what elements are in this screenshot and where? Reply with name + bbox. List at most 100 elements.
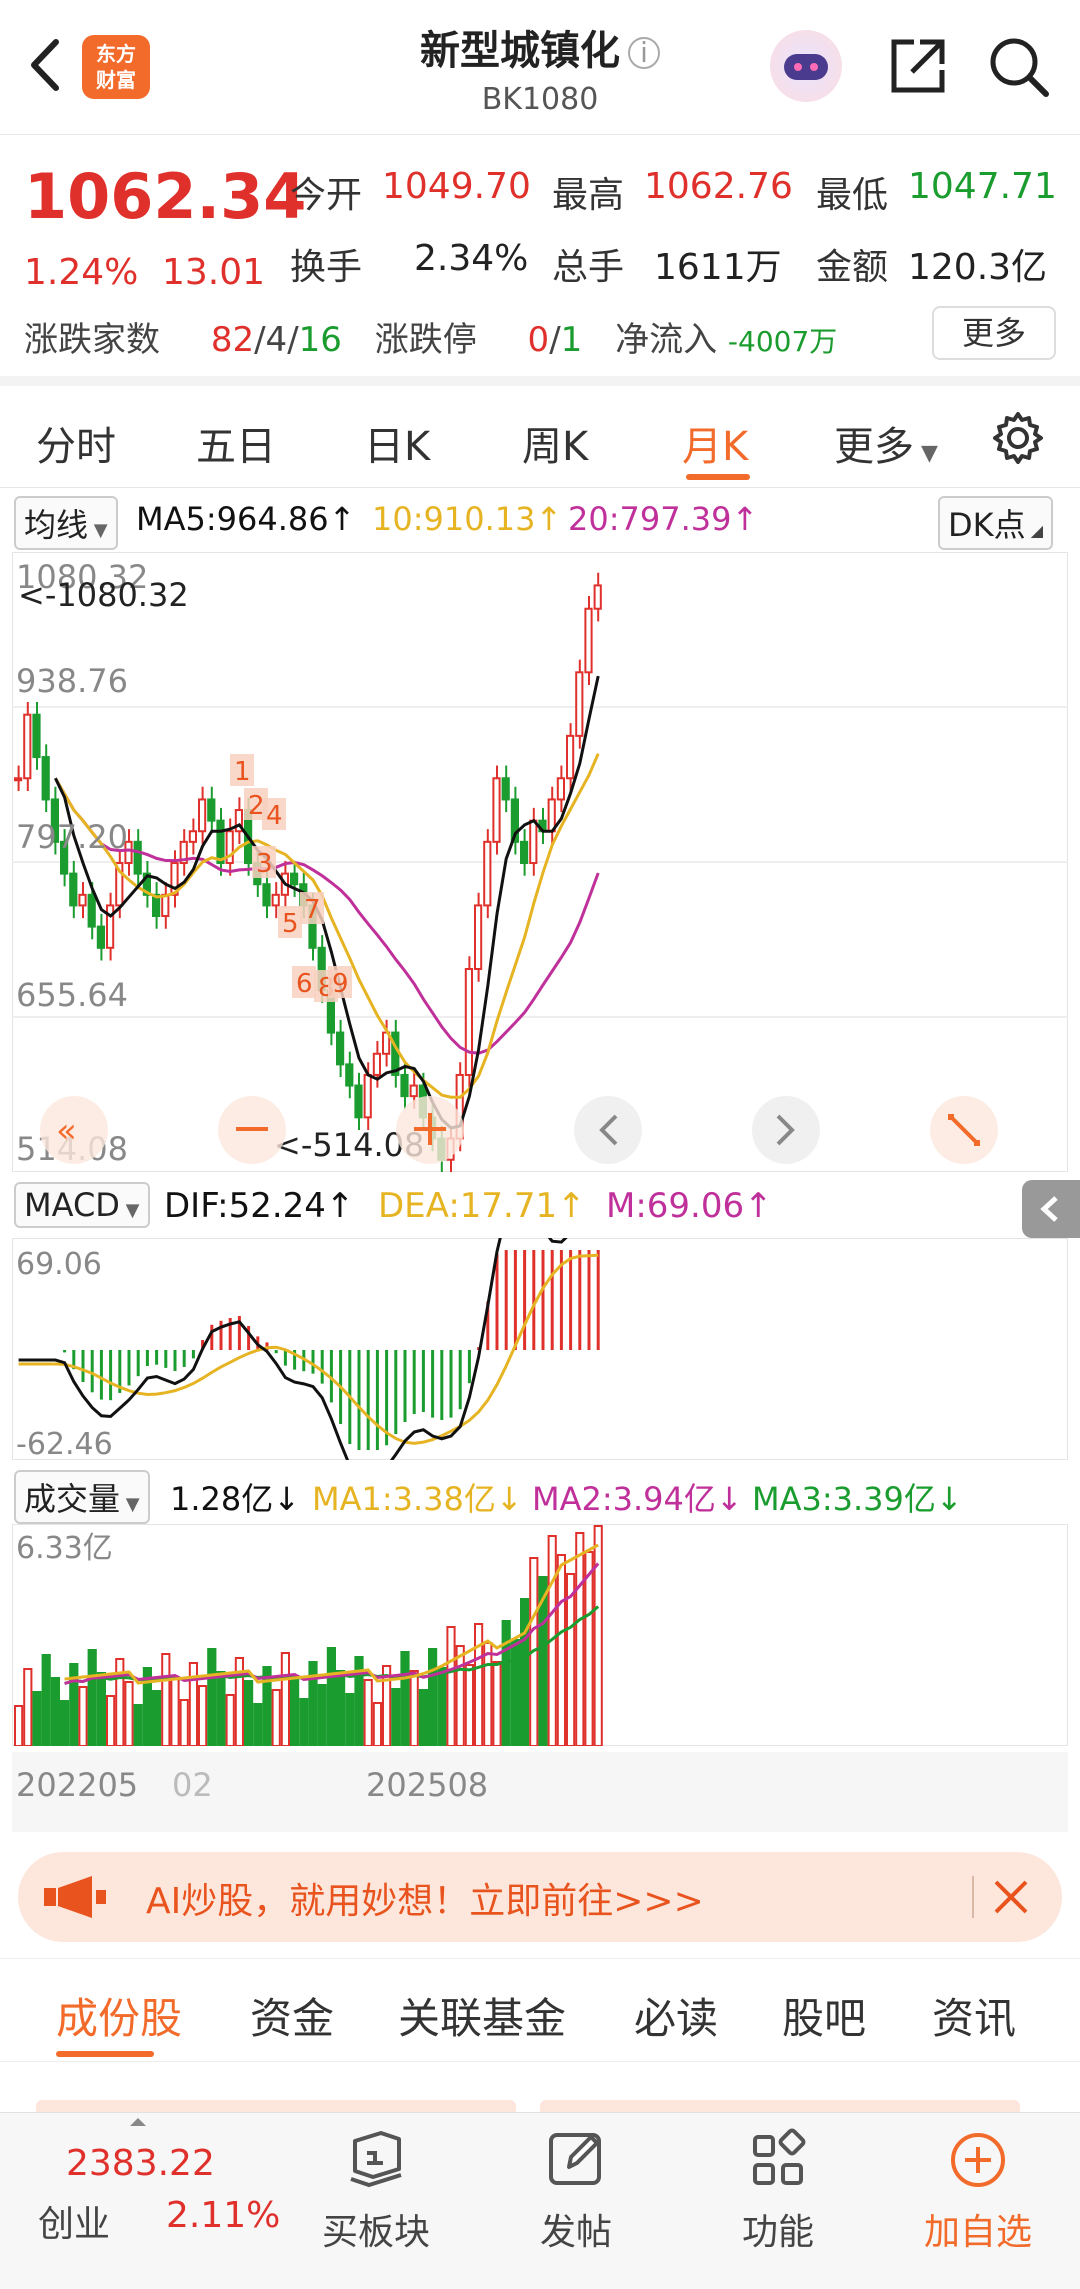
- volume-bar: [575, 1532, 585, 1747]
- buy-sector-button[interactable]: 买板块: [286, 2125, 466, 2255]
- top-nav-bar: 东方财富 新型城镇化 i BK1080: [0, 0, 1080, 135]
- index-name[interactable]: 创业: [38, 2195, 110, 2247]
- ai-promo-banner[interactable]: AI炒股，就用妙想！立即前往>>>: [18, 1852, 1062, 1942]
- volume-bar: [299, 1698, 309, 1747]
- tab-forum[interactable]: 股吧: [782, 1985, 866, 2046]
- candle-body: [556, 777, 565, 801]
- amount-label: 金额: [816, 247, 889, 288]
- volume-bar: [170, 1676, 180, 1747]
- search-icon[interactable]: [986, 34, 1050, 98]
- share-icon[interactable]: [886, 34, 950, 98]
- index-value[interactable]: 2383.22: [66, 2143, 215, 2184]
- ad-text: AI炒股，就用妙想！立即前往>>>: [146, 1881, 704, 1922]
- ma-selector[interactable]: 均线 ▼: [14, 496, 118, 550]
- volume-bar: [96, 1672, 107, 1747]
- tab-constituents[interactable]: 成份股: [56, 1985, 182, 2046]
- prev-button[interactable]: [574, 1096, 642, 1164]
- volume-bar: [391, 1688, 401, 1747]
- high-label: 最高: [552, 175, 625, 216]
- dk-label: DK点: [948, 506, 1026, 544]
- candle-body: [271, 893, 280, 907]
- candle-body: [474, 904, 483, 970]
- dk-point-selector[interactable]: DK点 ◢: [938, 496, 1054, 550]
- ma-legend-row: 均线 ▼ MA5:964.86↑ 10:910.13↑ 20:797.39↑ D…: [0, 494, 1080, 550]
- tab-related-funds[interactable]: 关联基金: [398, 1985, 566, 2046]
- zoom-in-button[interactable]: [396, 1096, 464, 1164]
- post-label: 发帖: [539, 2212, 612, 2253]
- volume-selector[interactable]: 成交量 ▼: [14, 1470, 150, 1524]
- grid-icon: [753, 2128, 806, 2185]
- volume-bar: [593, 1525, 603, 1747]
- volume-bar: [60, 1700, 70, 1747]
- caret-up-icon[interactable]: [128, 2113, 148, 2127]
- candle-body: [161, 893, 170, 918]
- volume-bar: [464, 1664, 474, 1747]
- more-button[interactable]: 更多: [932, 306, 1056, 360]
- close-icon[interactable]: [984, 1870, 1038, 1924]
- active-subtab-indicator: [56, 2051, 154, 2057]
- rise-fall-label: 涨跌家数: [24, 320, 160, 360]
- change-value: 13.01: [162, 252, 266, 293]
- date-start: 202205: [16, 1766, 139, 1804]
- tab-monthly-k[interactable]: 月K: [682, 414, 748, 472]
- volume-bar: [345, 1693, 355, 1747]
- ma5-value: MA5:964.86↑: [136, 500, 356, 538]
- vol-ma3-value: MA3:3.39亿↓: [752, 1480, 963, 1518]
- vol-ma2-value: MA2:3.94亿↓: [532, 1480, 743, 1518]
- tab-five-day[interactable]: 五日: [196, 414, 276, 472]
- tab-more[interactable]: 更多 ▼: [834, 414, 938, 472]
- volume-bar: [290, 1675, 300, 1747]
- functions-button[interactable]: 功能: [688, 2125, 868, 2255]
- candle-body: [32, 713, 41, 759]
- candle-body: [290, 872, 299, 886]
- macd-legend-row: MACD ▼ DIF:52.24↑ DEA:17.71↑ M:69.06↑: [0, 1180, 1080, 1238]
- volume-bar: [520, 1598, 530, 1747]
- volume-bar: [372, 1702, 382, 1747]
- candle-body: [584, 607, 593, 674]
- gear-icon[interactable]: [990, 410, 1046, 466]
- add-watchlist-button[interactable]: 加自选: [888, 2125, 1068, 2255]
- tab-daily-k[interactable]: 日K: [364, 414, 430, 472]
- tab-intraday[interactable]: 分时: [36, 414, 116, 472]
- edit-icon: [549, 2133, 601, 2185]
- info-icon[interactable]: i: [628, 37, 660, 69]
- volume-bar: [280, 1652, 290, 1747]
- volume-bar: [492, 1661, 502, 1747]
- megaphone-icon: [44, 1874, 114, 1920]
- post-button[interactable]: 发帖: [486, 2125, 666, 2255]
- zoom-out-button[interactable]: [218, 1096, 286, 1164]
- ma-selector-label: 均线: [24, 506, 89, 544]
- period-tabs: 分时 五日 日K 周K 月K 更多 ▼: [0, 396, 1080, 488]
- volume-bar: [363, 1679, 373, 1747]
- volume-bar: [207, 1648, 217, 1747]
- flat-count: 4: [265, 320, 288, 360]
- tab-weekly-k[interactable]: 周K: [522, 414, 588, 472]
- signal-number: 9: [332, 969, 349, 999]
- candle-body: [78, 893, 87, 907]
- candle-body: [483, 840, 492, 907]
- macd-y-top: 69.06: [16, 1247, 102, 1282]
- candle-body: [262, 883, 271, 907]
- macd-selector[interactable]: MACD ▼: [14, 1182, 150, 1228]
- panel-toggle-chevron-icon[interactable]: [1022, 1180, 1080, 1238]
- tab-must-read[interactable]: 必读: [634, 1985, 718, 2046]
- fullscreen-button[interactable]: [930, 1096, 998, 1164]
- volume-bar: [271, 1689, 281, 1747]
- ai-assistant-icon[interactable]: [770, 30, 842, 102]
- up-count: 82: [210, 320, 255, 360]
- volume-bar: [455, 1645, 465, 1747]
- volume-bar: [225, 1694, 235, 1747]
- kline-chart[interactable]: 1080.32 938.76 797.20 655.64 514.08 <-10…: [11, 551, 1069, 1173]
- candle-body: [41, 756, 50, 801]
- tab-capital[interactable]: 资金: [250, 1985, 334, 2046]
- tab-news[interactable]: 资讯: [932, 1985, 1016, 2046]
- tab-more-label: 更多: [834, 424, 914, 470]
- volume-bar: [133, 1704, 143, 1747]
- next-button[interactable]: [752, 1096, 820, 1164]
- volume-bar: [584, 1551, 594, 1747]
- scroll-left-button[interactable]: «: [40, 1096, 108, 1164]
- candle-body: [207, 798, 216, 822]
- index-change-pct[interactable]: 2.11%: [166, 2195, 280, 2236]
- change-percent: 1.24%: [24, 252, 139, 293]
- volume-bar: [253, 1703, 263, 1747]
